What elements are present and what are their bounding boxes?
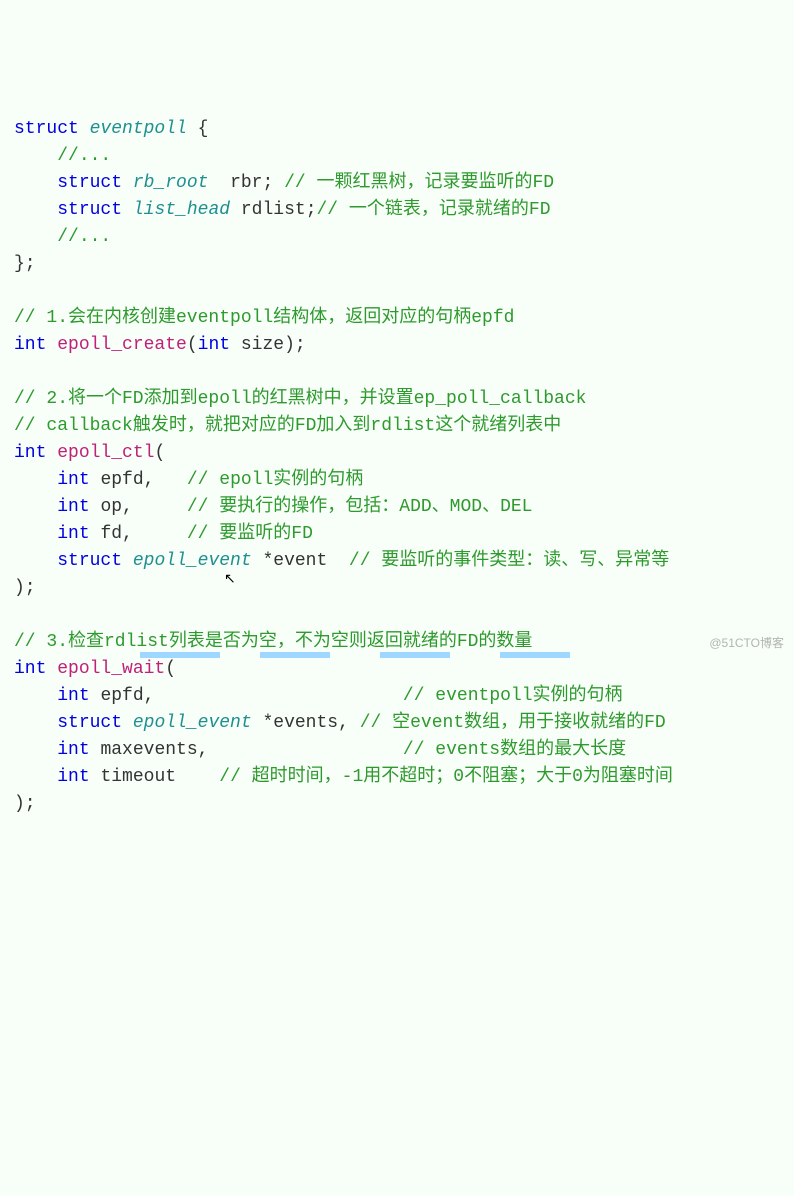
kw-int: int	[57, 767, 89, 787]
comment-maxevents: // events数组的最大长度	[403, 740, 626, 760]
type-epoll_event: epoll_event	[133, 713, 252, 733]
id-rbr: rbr	[230, 173, 262, 193]
id-size: size	[241, 335, 284, 355]
comment-sec2b: // callback触发时，就把对应的FD加入到rdlist这个就绪列表中	[14, 416, 561, 436]
id-event: event	[273, 551, 327, 571]
kw-int: int	[57, 497, 89, 517]
kw-int: int	[57, 740, 89, 760]
comment-fd: // 要监听的FD	[187, 524, 313, 544]
kw-int: int	[14, 659, 46, 679]
highlight-bar	[260, 652, 330, 658]
comment-sec2a: // 2.将一个FD添加到epoll的红黑树中，并设置ep_poll_callb…	[14, 389, 586, 409]
id-fd: fd	[100, 524, 122, 544]
kw-struct: struct	[14, 119, 79, 139]
comment-timeout: // 超时时间，-1用不超时；0不阻塞；大于0为阻塞时间	[219, 767, 673, 787]
kw-struct: struct	[57, 551, 122, 571]
fn-epoll_wait: epoll_wait	[57, 659, 165, 679]
kw-int: int	[198, 335, 230, 355]
comment-ellip2: //...	[57, 227, 111, 247]
id-events: events	[273, 713, 338, 733]
watermark: @51CTO博客	[709, 634, 784, 652]
kw-int: int	[57, 470, 89, 490]
kw-int: int	[14, 335, 46, 355]
comment-op: // 要执行的操作，包括：ADD、MOD、DEL	[187, 497, 533, 517]
fn-epoll_ctl: epoll_ctl	[57, 443, 154, 463]
code-block: struct eventpoll { //... struct rb_root …	[14, 116, 780, 818]
type-eventpoll: eventpoll	[90, 119, 187, 139]
comment-sec1: // 1.会在内核创建eventpoll结构体，返回对应的句柄epfd	[14, 308, 514, 328]
id-maxevents: maxevents	[100, 740, 197, 760]
type-rb_root: rb_root	[133, 173, 209, 193]
brace-close: };	[14, 254, 36, 274]
kw-int: int	[57, 524, 89, 544]
kw-struct: struct	[57, 200, 122, 220]
highlight-bar	[380, 652, 450, 658]
comment-sec3: // 3.检查rdlist列表是否为空，不为空则返回就绪的FD的数量	[14, 632, 532, 652]
id-rdlist: rdlist	[241, 200, 306, 220]
fn-epoll_create: epoll_create	[57, 335, 187, 355]
type-epoll_event: epoll_event	[133, 551, 252, 571]
comment-rdlist: // 一个链表，记录就绪的FD	[317, 200, 551, 220]
highlight-bar	[500, 652, 570, 658]
comment-ellip1: //...	[57, 146, 111, 166]
comment-rbr: // 一颗红黑树，记录要监听的FD	[284, 173, 554, 193]
comment-events: // 空event数组，用于接收就绪的FD	[360, 713, 666, 733]
highlight-bar	[140, 652, 220, 658]
id-epfd: epfd	[100, 686, 143, 706]
comment-epfd1: // epoll实例的句柄	[187, 470, 363, 490]
id-timeout: timeout	[100, 767, 176, 787]
kw-struct: struct	[57, 173, 122, 193]
type-list_head: list_head	[133, 200, 230, 220]
id-op: op	[100, 497, 122, 517]
comment-event: // 要监听的事件类型：读、写、异常等	[349, 551, 669, 571]
kw-int: int	[57, 686, 89, 706]
comment-epfd2: // eventpoll实例的句柄	[403, 686, 623, 706]
brace-open: {	[198, 119, 209, 139]
id-epfd: epfd	[100, 470, 143, 490]
kw-struct: struct	[57, 713, 122, 733]
kw-int: int	[14, 443, 46, 463]
